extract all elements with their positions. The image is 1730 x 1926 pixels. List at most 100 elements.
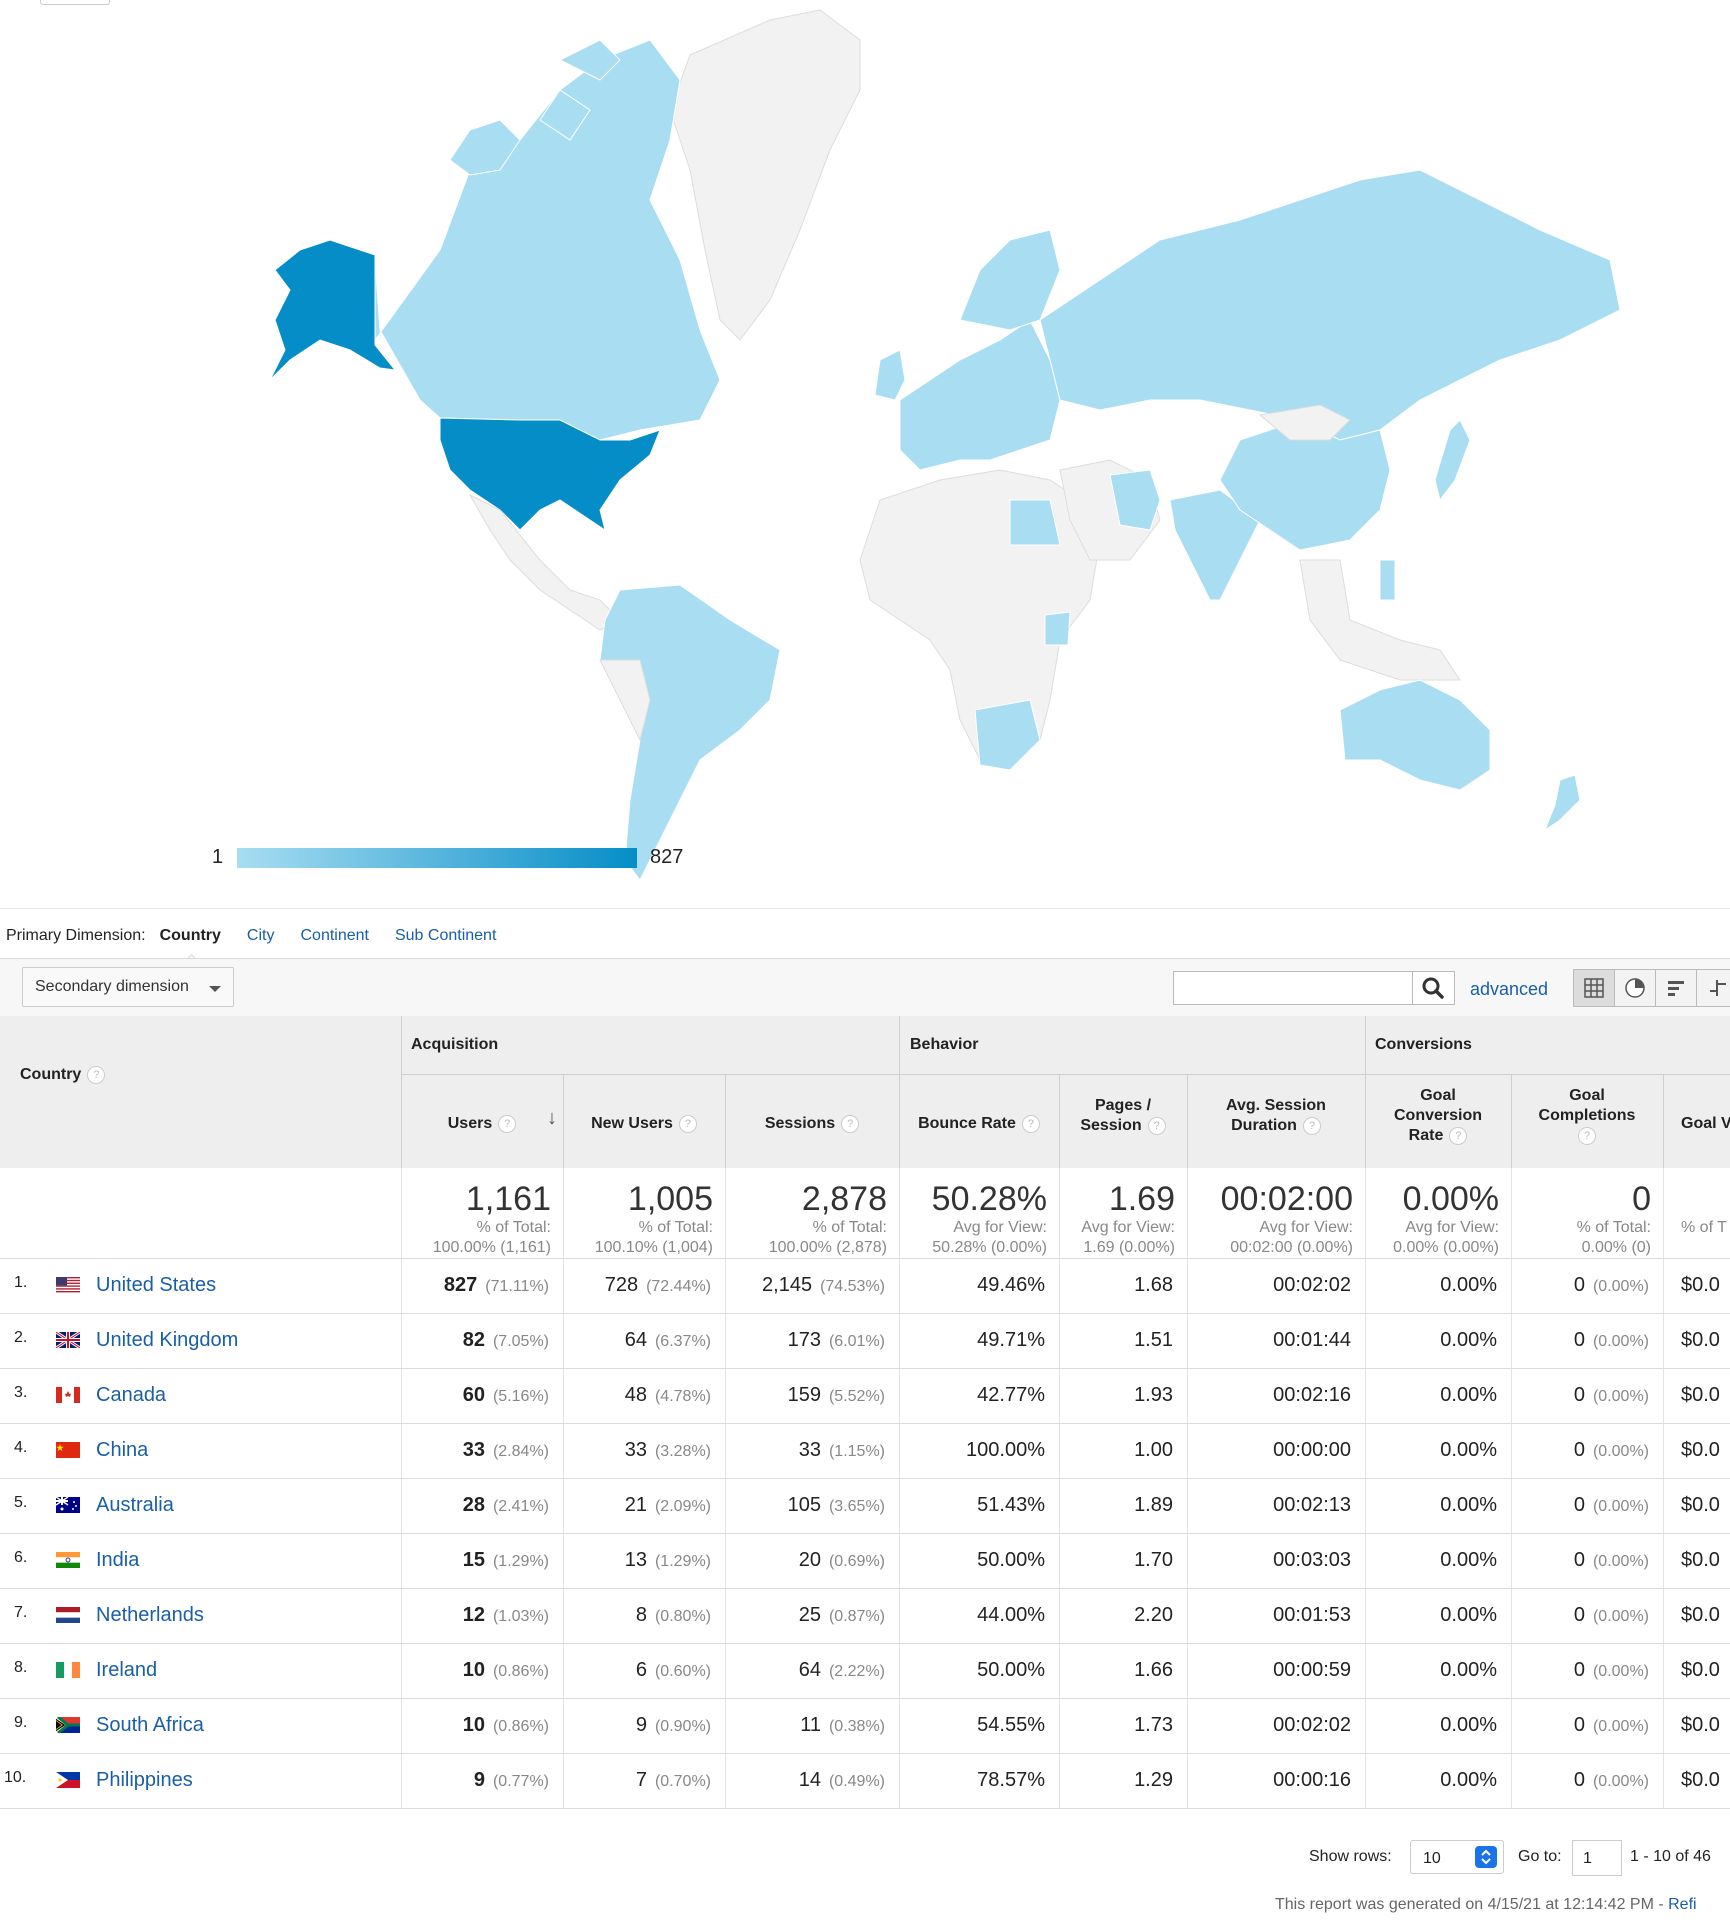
map-europe[interactable] <box>899 319 1061 471</box>
sessions-cell: 33 (1.15%) <box>725 1439 885 1462</box>
view-pie-button[interactable] <box>1614 969 1656 1007</box>
sessions-cell-value: 64 <box>798 1659 821 1681</box>
column-header-goal-conversion-rate[interactable]: Goal Conversion Rate? <box>1365 1086 1511 1146</box>
avg-duration-cell: 00:00:00 <box>1187 1439 1351 1462</box>
avg-duration-cell-value: 00:02:13 <box>1273 1494 1351 1516</box>
primary-dimension-continent[interactable]: Continent <box>300 927 369 945</box>
avg-duration-cell-value: 00:02:02 <box>1273 1274 1351 1296</box>
country-link[interactable]: Canada <box>96 1384 166 1406</box>
flag-icon <box>56 1387 80 1403</box>
country-link[interactable]: China <box>96 1439 148 1461</box>
total-pages: 1.69 Avg for View: 1.69 (0.00%) <box>1059 1180 1175 1258</box>
bounce-rate-cell: 54.55% <box>899 1714 1045 1737</box>
map-greenland[interactable] <box>669 9 861 341</box>
goal-completions-cell-percent: (0.00%) <box>1592 1333 1649 1350</box>
view-performance-button[interactable] <box>1655 969 1697 1007</box>
chevron-down-icon <box>209 986 221 992</box>
column-header-goal-value[interactable]: Goal V <box>1663 1114 1730 1134</box>
column-header-country[interactable]: Country? <box>20 1066 106 1084</box>
table-search-input[interactable] <box>1173 971 1413 1005</box>
pages-session-cell: 1.68 <box>1059 1274 1173 1297</box>
map-kenya[interactable] <box>1044 611 1071 646</box>
pages-session-cell-value: 1.29 <box>1134 1769 1173 1791</box>
go-to-input[interactable]: 1 <box>1572 1840 1622 1876</box>
map-south-america-nodata[interactable] <box>599 659 651 742</box>
show-rows-select[interactable]: 10 <box>1410 1840 1504 1874</box>
country-link[interactable]: United Kingdom <box>96 1329 238 1351</box>
map-australia[interactable] <box>1339 679 1491 791</box>
users-cell: 28 (2.41%) <box>401 1494 549 1517</box>
pages-session-cell-value: 1.66 <box>1134 1659 1173 1681</box>
help-icon[interactable]: ? <box>1578 1126 1596 1145</box>
goal-conversion-cell: 0.00% <box>1365 1714 1497 1737</box>
column-header-sessions[interactable]: Sessions? <box>725 1114 899 1134</box>
users-cell-value: 12 <box>462 1604 485 1626</box>
primary-dimension-city[interactable]: City <box>247 927 275 945</box>
help-icon[interactable]: ? <box>841 1114 860 1133</box>
pagination-range: 1 - 10 of 46 <box>1630 1848 1711 1865</box>
column-header-avg-session-duration[interactable]: Avg. Session Duration? <box>1187 1096 1365 1136</box>
row-index: 9. <box>14 1714 28 1731</box>
advanced-filter-link[interactable]: advanced <box>1470 979 1548 1000</box>
column-header-goal-completions[interactable]: Goal Completions ? <box>1511 1086 1663 1146</box>
row-index: 6. <box>14 1549 28 1566</box>
bounce-rate-cell-value: 51.43% <box>977 1494 1045 1516</box>
column-header-bounce-rate[interactable]: Bounce Rate? <box>899 1114 1059 1134</box>
search-button[interactable] <box>1413 971 1455 1005</box>
map-canada[interactable] <box>374 39 721 441</box>
country-link[interactable]: South Africa <box>96 1714 204 1736</box>
map-scandinavia[interactable] <box>959 229 1061 331</box>
map-japan[interactable] <box>1434 419 1471 502</box>
pages-session-cell: 1.93 <box>1059 1384 1173 1407</box>
help-icon[interactable]: ? <box>678 1114 697 1133</box>
help-icon[interactable]: ? <box>1021 1114 1040 1133</box>
goal-completions-cell-percent: (0.00%) <box>1592 1388 1649 1405</box>
pages-session-cell: 1.66 <box>1059 1659 1173 1682</box>
country-link[interactable]: India <box>96 1549 139 1571</box>
column-header-users[interactable]: Users? ↓ <box>401 1108 563 1134</box>
new-users-cell-value: 21 <box>624 1494 647 1516</box>
goal-conversion-cell: 0.00% <box>1365 1329 1497 1352</box>
primary-dimension-sub-continent[interactable]: Sub Continent <box>395 927 496 945</box>
map-russia[interactable] <box>1039 169 1621 441</box>
total-gcr: 0.00% Avg for View: 0.00% (0.00%) <box>1365 1180 1499 1258</box>
primary-dimension-bar: Primary Dimension: Country City Continen… <box>6 924 496 948</box>
goal-conversion-cell: 0.00% <box>1365 1274 1497 1297</box>
map-south-africa[interactable] <box>974 699 1041 771</box>
country-link[interactable]: Australia <box>96 1494 174 1516</box>
help-icon[interactable]: ? <box>498 1114 517 1133</box>
help-icon[interactable]: ? <box>87 1066 106 1084</box>
bounce-rate-cell: 49.46% <box>899 1274 1045 1297</box>
map-uk[interactable] <box>874 349 906 401</box>
map-new-zealand[interactable] <box>1543 774 1581 832</box>
map-south-america[interactable] <box>599 584 781 881</box>
bounce-rate-cell-value: 49.71% <box>977 1329 1045 1351</box>
view-switcher <box>1573 969 1730 1007</box>
total-caption: % of Total: <box>1576 1219 1651 1236</box>
goal-completions-cell-value: 0 <box>1573 1604 1585 1626</box>
map-usa[interactable] <box>439 417 661 532</box>
column-header-new-users[interactable]: New Users? <box>563 1114 725 1134</box>
country-cell: Australia <box>96 1494 174 1517</box>
refresh-report-link[interactable]: Refi <box>1668 1896 1696 1913</box>
country-link[interactable]: Ireland <box>96 1659 157 1681</box>
view-table-button[interactable] <box>1573 969 1615 1007</box>
flag-icon <box>56 1607 80 1623</box>
help-icon[interactable]: ? <box>1449 1126 1468 1145</box>
country-link[interactable]: Netherlands <box>96 1604 204 1626</box>
country-link[interactable]: Philippines <box>96 1769 193 1791</box>
avg-duration-cell-value: 00:01:44 <box>1273 1329 1351 1351</box>
view-comparison-button[interactable] <box>1696 969 1730 1007</box>
users-cell: 9 (0.77%) <box>401 1769 549 1792</box>
secondary-dimension-dropdown[interactable]: Secondary dimension <box>22 967 234 1007</box>
column-header-pages-session[interactable]: Pages / Session? <box>1059 1096 1187 1136</box>
help-icon[interactable]: ? <box>1147 1116 1166 1135</box>
goal-value-cell: $0.0 <box>1681 1329 1720 1351</box>
help-icon[interactable]: ? <box>1302 1116 1321 1135</box>
goal-value-cell: $0.0 <box>1681 1384 1720 1406</box>
flag-icon <box>56 1662 80 1678</box>
goal-completions-cell-percent: (0.00%) <box>1592 1773 1649 1790</box>
bounce-rate-cell: 49.71% <box>899 1329 1045 1352</box>
map-philippines[interactable] <box>1379 559 1396 601</box>
country-link[interactable]: United States <box>96 1274 216 1296</box>
